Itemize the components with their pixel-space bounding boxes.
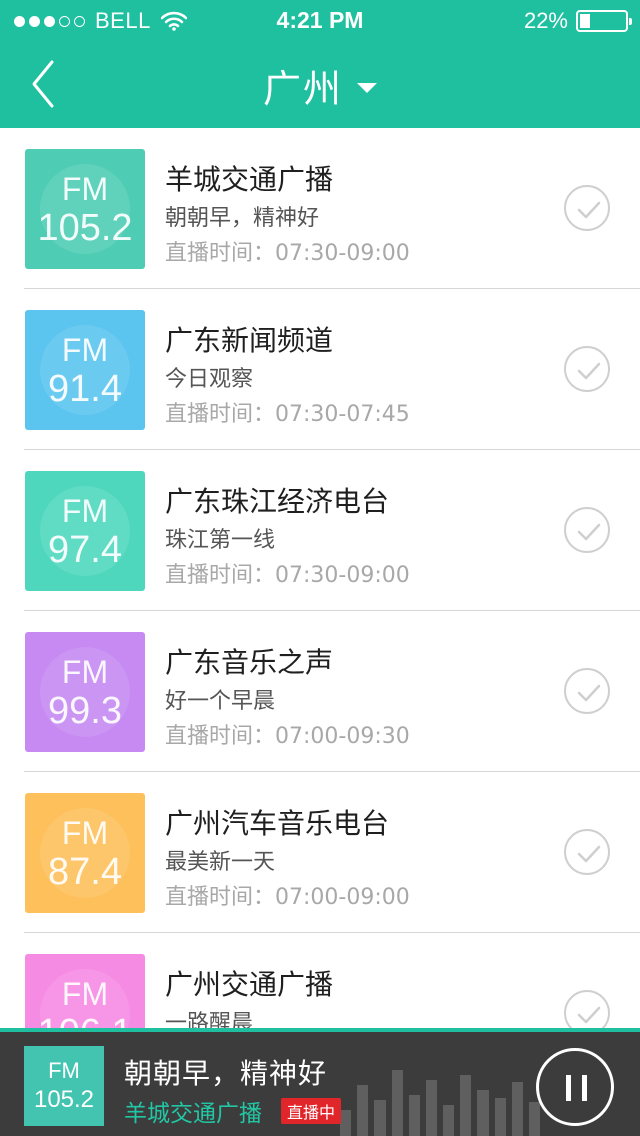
broadcast-time: 直播时间：07:30-09:00	[165, 241, 410, 266]
badge-fm: FM	[61, 815, 109, 851]
program-name: 最美新一天	[165, 850, 276, 875]
check-icon	[577, 201, 601, 219]
station-name: 羊城交通广播	[165, 163, 334, 196]
pause-icon	[582, 1075, 587, 1101]
station-name: 广州交通广播	[165, 968, 334, 1001]
station-badge: FM 91.4	[25, 310, 145, 430]
badge-frequency: 87.4	[48, 851, 122, 893]
caret-down-icon	[357, 82, 377, 93]
station-row[interactable]: FM 105.2 羊城交通广播朝朝早，精神好直播时间：07:30-09:00	[24, 128, 640, 289]
badge-frequency: 91.4	[48, 368, 122, 410]
badge-frequency: 97.4	[48, 529, 122, 571]
station-badge: FM 105.2	[25, 149, 145, 269]
badge-frequency: 105.2	[37, 207, 133, 249]
program-name: 今日观察	[165, 367, 254, 392]
badge-frequency: 99.3	[48, 690, 122, 732]
equalizer-bar	[443, 1105, 455, 1136]
station-row[interactable]: FM 99.3 广东音乐之声好一个早晨直播时间：07:00-09:30	[24, 611, 640, 772]
badge-fm: FM	[61, 493, 109, 529]
broadcast-time: 直播时间：07:30-07:45	[165, 402, 410, 427]
check-icon	[577, 523, 601, 541]
broadcast-time: 直播时间：07:00-09:00	[165, 885, 410, 910]
equalizer-bar	[357, 1085, 369, 1136]
program-name: 好一个早晨	[165, 689, 276, 714]
badge-fm: FM	[61, 332, 109, 368]
station-badge: FM 97.4	[25, 471, 145, 591]
nav-bar: 广州	[0, 40, 640, 128]
check-icon	[577, 684, 601, 702]
program-name: 朝朝早，精神好	[165, 206, 320, 231]
equalizer-bar	[511, 1082, 523, 1136]
station-name: 广东音乐之声	[165, 646, 334, 679]
station-name: 广州汽车音乐电台	[165, 807, 390, 840]
station-row[interactable]: FM 97.4 广东珠江经济电台珠江第一线直播时间：07:30-09:00	[24, 450, 640, 611]
player-badge-fm: FM	[48, 1058, 80, 1083]
player-program-title: 朝朝早，精神好	[124, 1057, 328, 1090]
app-header: BELL 4:21 PM 22% 广州	[0, 0, 640, 128]
player-station-name: 羊城交通广播	[124, 1101, 262, 1127]
badge-fm: FM	[61, 976, 109, 1012]
battery-icon	[576, 10, 632, 32]
select-toggle[interactable]	[564, 507, 610, 553]
select-toggle[interactable]	[564, 829, 610, 875]
equalizer-bar	[391, 1070, 403, 1136]
live-badge: 直播中	[281, 1098, 342, 1124]
battery-percent: 22%	[523, 8, 568, 33]
check-icon	[577, 845, 601, 863]
equalizer-background	[340, 1060, 541, 1136]
station-list: FM 105.2 羊城交通广播 朝朝早，精神好 直播时间：07:30-09:00 FM 91…	[0, 128, 640, 1094]
station-badge: FM 87.4	[25, 793, 145, 913]
program-name: 珠江第一线	[165, 528, 276, 553]
select-toggle[interactable]	[564, 185, 610, 231]
broadcast-time: 直播时间：07:30-09:00	[165, 563, 410, 588]
station-badge: FM 99.3	[25, 632, 145, 752]
select-toggle[interactable]	[564, 346, 610, 392]
equalizer-bar	[460, 1075, 472, 1136]
player-badge-frequency: 105.2	[33, 1086, 95, 1113]
page-title: 广州	[262, 67, 343, 111]
badge-fm: FM	[61, 654, 109, 690]
badge-fm: FM	[61, 171, 109, 207]
station-row[interactable]: FM 91.4 广东新闻频道今日观察直播时间：07:30-07:45	[24, 289, 640, 450]
status-bar-right: 22%	[523, 8, 632, 34]
player-station-badge: FM 105.2	[24, 1046, 104, 1126]
equalizer-bar	[425, 1080, 438, 1136]
city-selector[interactable]: 广州	[0, 58, 640, 113]
status-bar: BELL 4:21 PM 22%	[0, 0, 640, 40]
battery-level	[580, 14, 590, 28]
check-icon	[577, 1006, 601, 1024]
equalizer-bar	[528, 1102, 541, 1136]
mini-player[interactable]: FM 105.2 朝朝早，精神好 羊城交通广播 直播中	[0, 1028, 640, 1136]
equalizer-bar	[374, 1100, 386, 1136]
station-row[interactable]: FM 87.4 广州汽车音乐电台最美新一天直播时间：07:00-09:00	[24, 772, 640, 933]
equalizer-bar	[408, 1095, 420, 1136]
broadcast-time: 直播时间：07:00-09:30	[165, 724, 410, 749]
equalizer-bar	[477, 1090, 489, 1136]
pause-icon	[566, 1075, 571, 1101]
select-toggle[interactable]	[564, 668, 610, 714]
equalizer-bar	[340, 1110, 352, 1136]
station-name: 广东新闻频道	[165, 324, 334, 357]
equalizer-bar	[494, 1098, 506, 1136]
station-name: 广东珠江经济电台	[165, 485, 390, 518]
pause-button[interactable]	[536, 1048, 614, 1126]
check-icon	[577, 362, 601, 380]
